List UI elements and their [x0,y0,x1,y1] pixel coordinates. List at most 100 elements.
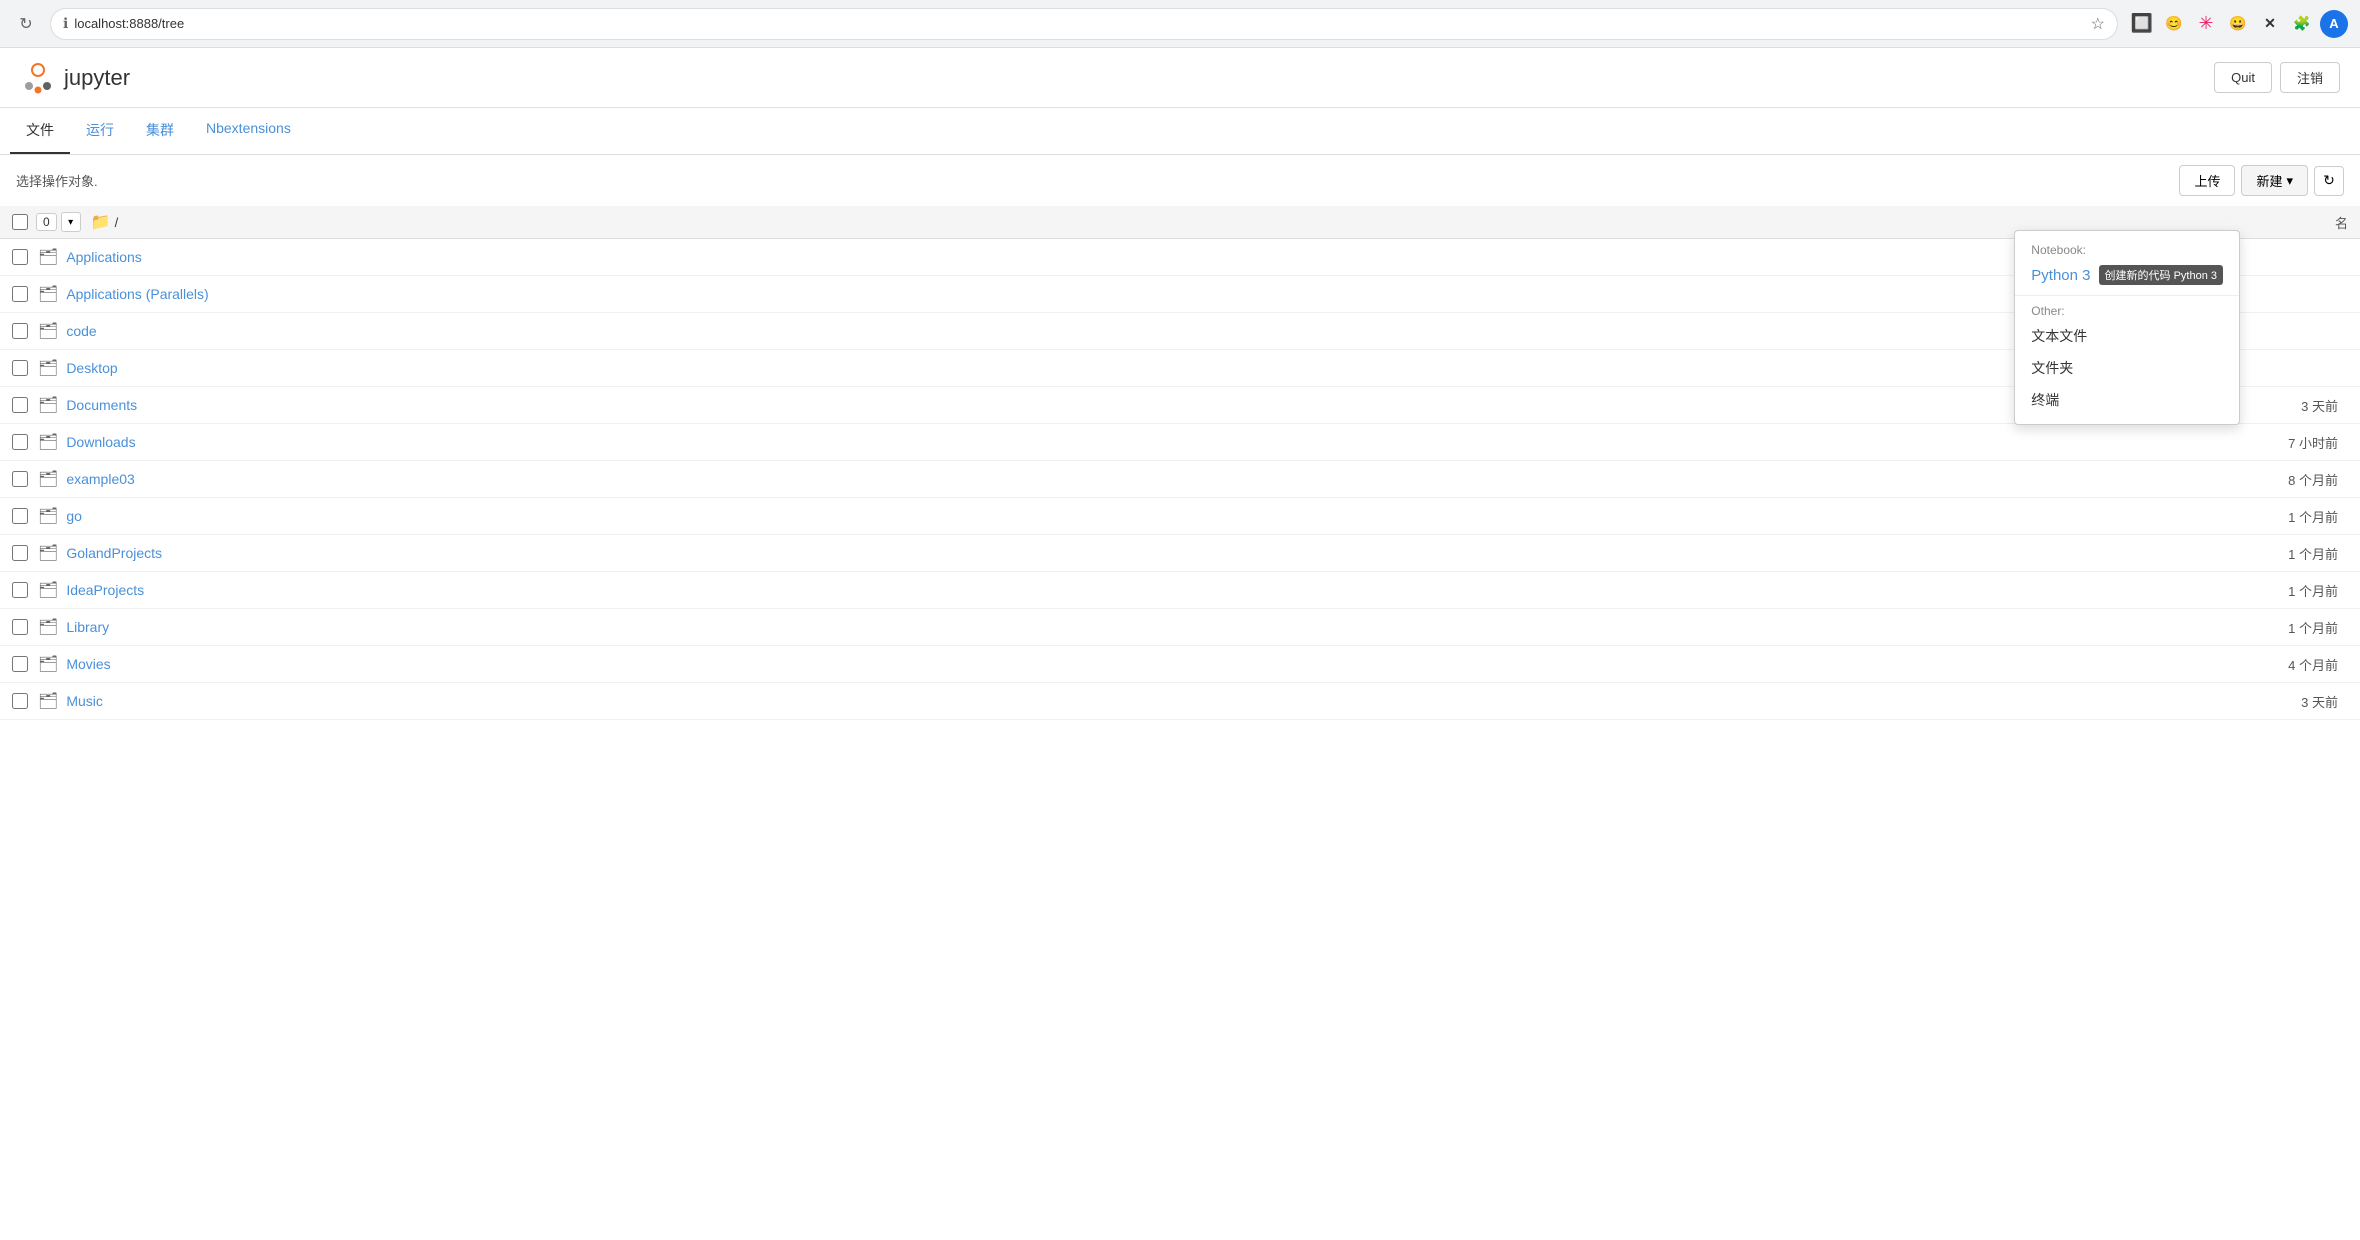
file-modified: 3 天前 [2301,692,2348,711]
folder-icon: 🗂 [38,284,58,304]
python3-tooltip: 创建新的代码 Python 3 [2099,265,2223,285]
jupyter-logo-svg [20,60,56,96]
row-checkbox[interactable] [12,249,28,265]
file-link[interactable]: IdeaProjects [66,582,144,598]
row-checkbox[interactable] [12,323,28,339]
quit-button[interactable]: Quit [2214,62,2272,93]
file-modified: 3 天前 [2301,396,2348,415]
tab-nbextensions[interactable]: Nbextensions [190,108,307,154]
row-checkbox[interactable] [12,434,28,450]
tabs-bar: 文件 运行 集群 Nbextensions [0,108,2360,155]
table-row: 🗂 Applications [0,239,2360,276]
table-row: 🗂 Music 3 天前 [0,683,2360,720]
file-link[interactable]: code [66,323,96,339]
text-file-label: 文本文件 [2031,326,2087,346]
file-link[interactable]: example03 [66,471,135,487]
new-dropdown-arrow: ▾ [2286,173,2293,189]
folder-icon: 🗂 [38,469,58,489]
table-row: 🗂 Library 1 个月前 [0,609,2360,646]
browser-extensions: 🔲 😊 ✳ 😀 ✕ 🧩 A [2128,10,2348,38]
table-row: 🗂 Documents 3 天前 [0,387,2360,424]
tab-clusters[interactable]: 集群 [130,108,190,154]
jupyter-header: jupyter Quit 注销 [0,48,2360,108]
new-text-file-item[interactable]: 文本文件 [2015,320,2239,352]
row-checkbox[interactable] [12,619,28,635]
browser-chrome: ↻ ℹ localhost:8888/tree ☆ 🔲 😊 ✳ 😀 ✕ 🧩 A [0,0,2360,48]
folder-icon: 🗂 [38,358,58,378]
folder-icon: 🗂 [38,432,58,452]
file-modified: 4 个月前 [2288,655,2348,674]
row-checkbox[interactable] [12,545,28,561]
other-section-label: Other: [2015,300,2239,320]
row-checkbox[interactable] [12,656,28,672]
file-modified: 8 个月前 [2288,470,2348,489]
file-link[interactable]: Documents [66,397,137,413]
select-all-checkbox[interactable] [12,214,28,230]
new-python3-item[interactable]: Python 3 创建新的代码 Python 3 [2015,259,2239,291]
file-modified: 1 个月前 [2288,618,2348,637]
row-checkbox[interactable] [12,360,28,376]
upload-button[interactable]: 上传 [2179,165,2235,196]
ext-icon-puzzle[interactable]: 🧩 [2288,10,2316,38]
folder-icon: 🗂 [38,654,58,674]
folder-icon: 🗂 [38,395,58,415]
row-checkbox[interactable] [12,397,28,413]
table-row: 🗂 Downloads 7 小时前 [0,424,2360,461]
row-checkbox[interactable] [12,582,28,598]
jupyter-title: jupyter [64,65,130,91]
file-modified: 1 个月前 [2288,581,2348,600]
ext-icon-emoji[interactable]: 😀 [2224,10,2252,38]
file-list-header: 0 ▾ 📁 / 名 [0,206,2360,239]
new-button[interactable]: 新建 ▾ [2241,165,2308,196]
tab-running[interactable]: 运行 [70,108,130,154]
refresh-icon: ↻ [2323,172,2335,189]
file-link[interactable]: Applications (Parallels) [66,286,208,302]
logout-button[interactable]: 注销 [2280,62,2340,93]
file-link[interactable]: Downloads [66,434,135,450]
bookmark-icon[interactable]: ☆ [2091,14,2105,34]
row-checkbox[interactable] [12,286,28,302]
breadcrumb: 📁 / [91,212,119,232]
file-link[interactable]: Library [66,619,109,635]
folder-icon: 🗂 [38,321,58,341]
folder-icon: 🗂 [38,543,58,563]
dropdown-divider [2015,295,2239,296]
file-link[interactable]: Applications [66,249,142,265]
file-link[interactable]: Movies [66,656,110,672]
profile-avatar[interactable]: A [2320,10,2348,38]
address-bar[interactable]: ℹ localhost:8888/tree ☆ [50,8,2118,40]
row-checkbox[interactable] [12,471,28,487]
table-row: 🗂 go 1 个月前 [0,498,2360,535]
column-headers: 名 [2335,213,2348,232]
tab-files[interactable]: 文件 [10,108,70,154]
header-buttons: Quit 注销 [2214,62,2340,93]
ext-icon-smile[interactable]: 😊 [2160,10,2188,38]
ext-icon-star[interactable]: ✳ [2192,10,2220,38]
table-row: 🗂 Applications (Parallels) [0,276,2360,313]
file-link[interactable]: GolandProjects [66,545,162,561]
file-link[interactable]: Desktop [66,360,117,376]
new-terminal-item[interactable]: 终端 [2015,384,2239,416]
file-link[interactable]: Music [66,693,103,709]
table-row: 🗂 code [0,313,2360,350]
file-list: 🗂 Applications 🗂 Applications (Parallels… [0,239,2360,720]
reload-button[interactable]: ↻ [12,10,40,38]
selection-dropdown-btn[interactable]: ▾ [61,212,81,232]
folder-icon: 🗂 [38,691,58,711]
refresh-button[interactable]: ↻ [2314,166,2344,196]
folder-icon: 📁 [91,212,111,232]
new-button-label: 新建 [2256,171,2282,190]
file-link[interactable]: go [66,508,82,524]
select-hint: 选择操作对象. [16,171,98,190]
new-folder-item[interactable]: 文件夹 [2015,352,2239,384]
row-checkbox[interactable] [12,508,28,524]
file-modified: 1 个月前 [2288,507,2348,526]
table-row: 🗂 Movies 4 个月前 [0,646,2360,683]
ext-icon-x[interactable]: ✕ [2256,10,2284,38]
folder-icon: 🗂 [38,506,58,526]
toolbar: 选择操作对象. 上传 新建 ▾ ↻ [0,155,2360,206]
row-checkbox[interactable] [12,693,28,709]
new-dropdown-menu: Notebook: Python 3 创建新的代码 Python 3 Other… [2014,230,2240,425]
table-row: 🗂 IdeaProjects 1 个月前 [0,572,2360,609]
ext-icon-se[interactable]: 🔲 [2128,10,2156,38]
